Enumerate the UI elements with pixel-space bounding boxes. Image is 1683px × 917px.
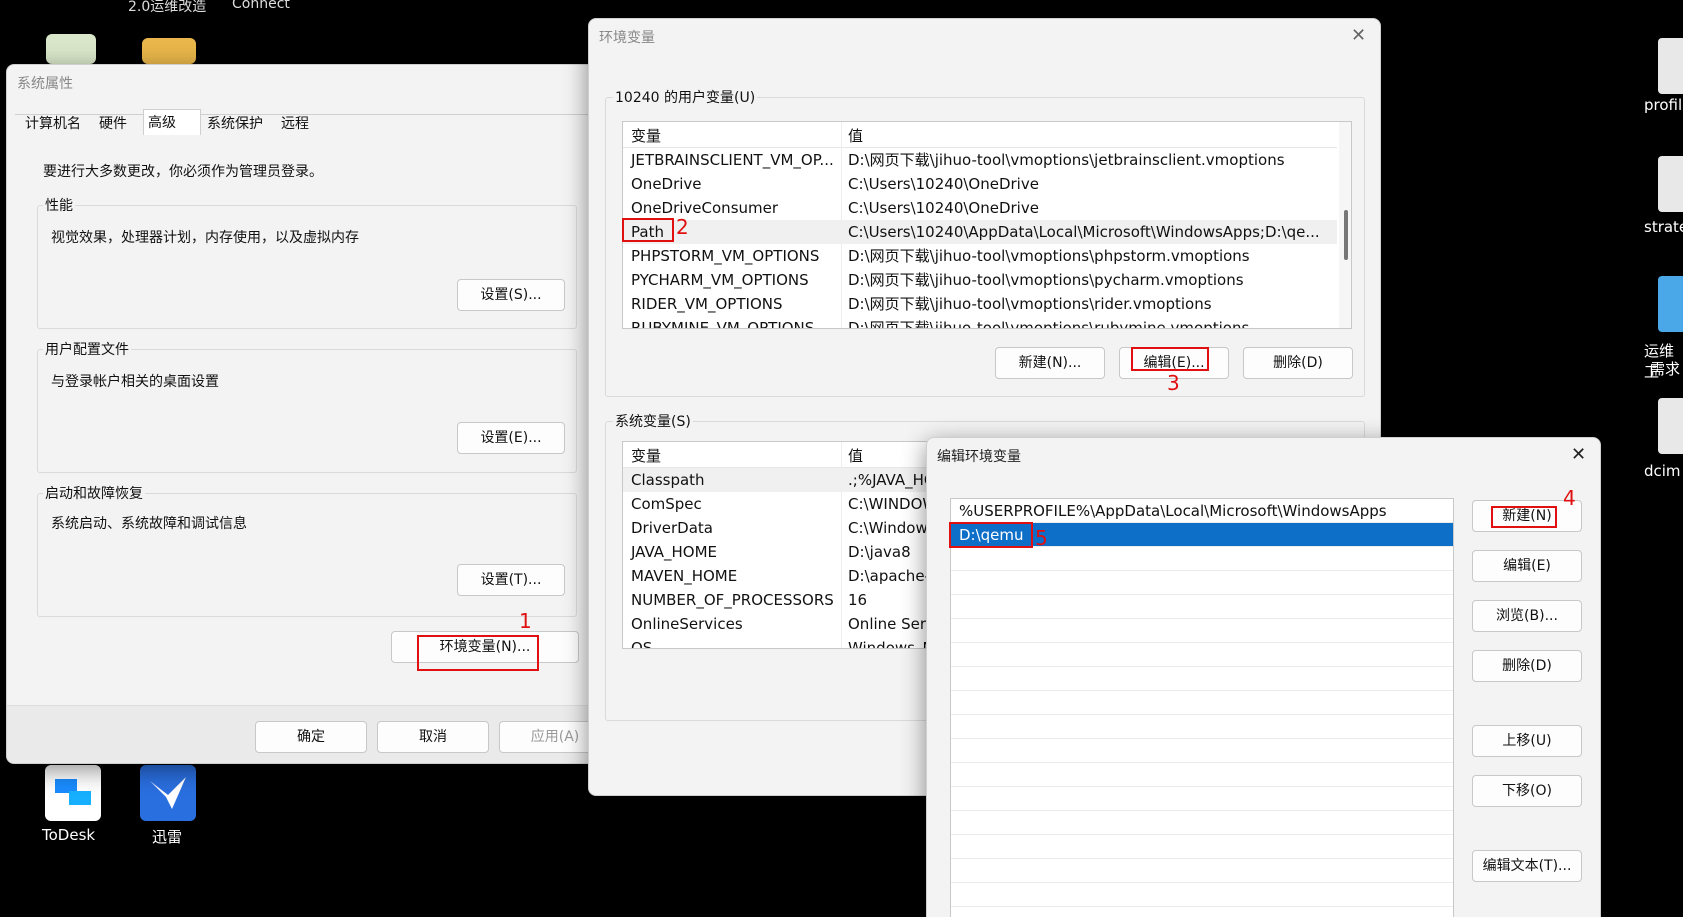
- list-item[interactable]: [951, 547, 1453, 571]
- performance-settings-button[interactable]: 设置(S)...: [457, 279, 565, 311]
- sys-col-value-header[interactable]: 值: [848, 444, 863, 468]
- tab-hardware[interactable]: 硬件: [95, 111, 131, 137]
- user-profile-desc: 与登录帐户相关的桌面设置: [51, 374, 219, 390]
- browse-button[interactable]: 浏览(B)...: [1472, 600, 1582, 632]
- right-desktop-label-5: dcim: [1644, 462, 1681, 480]
- tab-remote[interactable]: 远程: [277, 111, 313, 137]
- xunlei-label: 迅雷: [152, 828, 183, 846]
- list-item-path[interactable]: Path C:\Users\10240\AppData\Local\Microso…: [623, 220, 1337, 244]
- annotation-number-3: 3: [1167, 371, 1180, 395]
- list-item[interactable]: [951, 763, 1453, 787]
- list-item[interactable]: [951, 571, 1453, 595]
- list-item[interactable]: [951, 883, 1453, 907]
- todesk-label: ToDesk: [42, 826, 96, 844]
- user-new-button[interactable]: 新建(N)...: [995, 347, 1105, 379]
- ok-button[interactable]: 确定: [255, 721, 367, 753]
- right-desktop-label-2: strate: [1644, 218, 1683, 236]
- list-item[interactable]: %USERPROFILE%\AppData\Local\Microsoft\Wi…: [951, 499, 1453, 523]
- annotation-number-1: 1: [519, 609, 532, 633]
- path-entries-list[interactable]: %USERPROFILE%\AppData\Local\Microsoft\Wi…: [950, 498, 1454, 917]
- user-variables-label: 10240 的用户变量(U): [613, 87, 758, 107]
- move-down-button[interactable]: 下移(O): [1472, 775, 1582, 807]
- right-desktop-icon-4[interactable]: [1658, 398, 1683, 454]
- list-item[interactable]: JETBRAINSCLIENT_VM_OP... D:\网页下载\jihuo-to…: [623, 148, 1337, 172]
- right-desktop-icon-2[interactable]: [1658, 156, 1683, 212]
- tab-system-protection[interactable]: 系统保护: [203, 111, 267, 137]
- user-list-scrollbar[interactable]: [1339, 122, 1351, 328]
- annotation-number-5: 5: [1035, 526, 1048, 550]
- list-item[interactable]: [951, 739, 1453, 763]
- user-variables-list[interactable]: 变量 值 JETBRAINSCLIENT_VM_OP... D:\网页下载\jih…: [622, 121, 1352, 329]
- tab-computer-name[interactable]: 计算机名: [21, 111, 85, 137]
- edit-close-icon[interactable]: ✕: [1571, 444, 1586, 465]
- right-desktop-label-1: profil: [1644, 96, 1683, 114]
- cancel-button[interactable]: 取消: [377, 721, 489, 753]
- list-item[interactable]: [951, 643, 1453, 667]
- annotation-number-2: 2: [676, 215, 689, 239]
- right-desktop-label-4: 需求: [1650, 360, 1681, 378]
- list-item[interactable]: RUBYMINE_VM_OPTIONS D:\网页下载\jihuo-tool\vm…: [623, 316, 1337, 328]
- admin-notice: 要进行大多数更改，你必须作为管理员登录。: [43, 164, 323, 180]
- list-item-selected[interactable]: D:\qemu: [951, 523, 1453, 547]
- startup-recovery-desc: 系统启动、系统故障和调试信息: [51, 516, 247, 532]
- folder-desktop-icon[interactable]: [142, 38, 196, 64]
- list-item[interactable]: [951, 811, 1453, 835]
- col-value-header[interactable]: 值: [848, 124, 863, 148]
- sys-col-variable-header[interactable]: 变量: [631, 444, 661, 468]
- annotation-number-4: 4: [1563, 486, 1576, 510]
- user-list-header: 变量 值: [623, 124, 1337, 148]
- edit-window-title: 编辑环境变量: [937, 449, 1021, 465]
- list-item[interactable]: [951, 787, 1453, 811]
- list-item[interactable]: [951, 859, 1453, 883]
- system-properties-window: 系统属性 计算机名 硬件 高级 系统保护 远程 要进行大多数更改，你必须作为管理…: [6, 64, 606, 764]
- list-item[interactable]: [951, 667, 1453, 691]
- move-up-button[interactable]: 上移(U): [1472, 725, 1582, 757]
- list-item[interactable]: PYCHARM_VM_OPTIONS D:\网页下载\jihuo-tool\vmo…: [623, 268, 1337, 292]
- todesk-icon[interactable]: [45, 765, 101, 821]
- user-profile-label: 用户配置文件: [43, 339, 131, 359]
- performance-desc: 视觉效果，处理器计划，内存使用，以及虚拟内存: [51, 230, 359, 246]
- edit-environment-variable-window: 编辑环境变量 ✕ %USERPROFILE%\AppData\Local\Mic…: [926, 437, 1601, 917]
- desktop-top-label-1: 2.0运维改造: [128, 0, 207, 15]
- env-close-icon[interactable]: ✕: [1351, 25, 1366, 46]
- list-item[interactable]: OneDrive C:\Users\10240\OneDrive: [623, 172, 1337, 196]
- startup-recovery-group: [37, 493, 577, 617]
- list-item[interactable]: [951, 691, 1453, 715]
- env-window-title: 环境变量: [599, 30, 655, 46]
- user-profile-settings-button[interactable]: 设置(E)...: [457, 422, 565, 454]
- xunlei-icon[interactable]: [140, 765, 196, 821]
- window-title: 系统属性: [17, 76, 73, 92]
- system-variables-label: 系统变量(S): [613, 411, 693, 431]
- list-item[interactable]: [951, 619, 1453, 643]
- tab-advanced[interactable]: 高级: [143, 109, 201, 135]
- col-variable-header[interactable]: 变量: [631, 124, 661, 148]
- environment-variables-button[interactable]: 环境变量(N)...: [391, 631, 579, 663]
- list-item[interactable]: RIDER_VM_OPTIONS D:\网页下载\jihuo-tool\vmopt…: [623, 292, 1337, 316]
- list-item[interactable]: OneDriveConsumer C:\Users\10240\OneDrive: [623, 196, 1337, 220]
- list-item[interactable]: [951, 907, 1453, 917]
- list-item[interactable]: [951, 835, 1453, 859]
- list-item[interactable]: [951, 595, 1453, 619]
- list-item[interactable]: [951, 715, 1453, 739]
- desktop-top-label-2: Connect: [232, 0, 290, 12]
- startup-settings-button[interactable]: 设置(T)...: [457, 564, 565, 596]
- notepad-desktop-icon[interactable]: [46, 34, 96, 64]
- user-delete-button[interactable]: 删除(D): [1243, 347, 1353, 379]
- list-item[interactable]: PHPSTORM_VM_OPTIONS D:\网页下载\jihuo-tool\vm…: [623, 244, 1337, 268]
- performance-label: 性能: [43, 195, 75, 215]
- edit-text-button[interactable]: 编辑文本(T)...: [1472, 850, 1582, 882]
- right-desktop-icon-3[interactable]: [1658, 276, 1683, 332]
- right-desktop-icon-1[interactable]: [1658, 38, 1683, 94]
- startup-recovery-label: 启动和故障恢复: [43, 483, 145, 503]
- edit-entry-button[interactable]: 编辑(E): [1472, 550, 1582, 582]
- delete-entry-button[interactable]: 删除(D): [1472, 650, 1582, 682]
- user-profile-group: [37, 349, 577, 473]
